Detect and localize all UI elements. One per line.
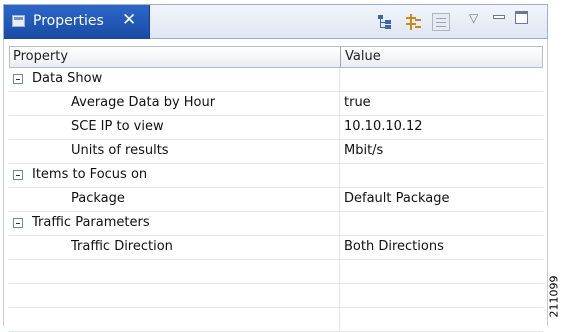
collapse-icon[interactable] <box>13 218 23 228</box>
column-resize-handle[interactable] <box>340 47 341 67</box>
show-categories-icon[interactable] <box>376 13 394 31</box>
table-header: Property Value <box>9 46 543 68</box>
collapse-icon[interactable] <box>13 170 23 180</box>
category-label: Data Show <box>32 71 103 86</box>
property-label: Package <box>71 191 125 206</box>
figure-id-text: 211099 <box>547 275 561 318</box>
view-menu-icon[interactable]: ▽ <box>469 11 487 29</box>
column-divider <box>339 260 340 284</box>
property-value[interactable]: 10.10.10.12 <box>344 119 423 134</box>
column-divider <box>339 92 340 116</box>
tab-title: Properties <box>33 13 104 29</box>
close-icon[interactable]: ✕ <box>122 10 136 30</box>
property-value[interactable]: Both Directions <box>344 239 444 254</box>
collapse-icon[interactable] <box>13 74 23 84</box>
view-title-bar: Properties ✕ ▽ <box>3 4 548 39</box>
properties-view: Properties ✕ ▽ Property Value Data Show … <box>3 4 548 332</box>
empty-row <box>9 284 543 308</box>
property-value[interactable]: true <box>344 95 371 110</box>
property-value[interactable]: Default Package <box>344 191 450 206</box>
category-row-items-to-focus-on[interactable]: Items to Focus on <box>9 164 543 188</box>
category-row-traffic-parameters[interactable]: Traffic Parameters <box>9 212 543 236</box>
table-row[interactable]: SCE IP to view 10.10.10.12 <box>9 116 543 140</box>
category-row-data-show[interactable]: Data Show <box>9 68 543 92</box>
column-divider <box>339 308 340 332</box>
view-toolbar: ▽ <box>376 11 546 35</box>
empty-row <box>9 308 543 332</box>
property-value[interactable]: Mbit/s <box>344 143 383 158</box>
maximize-icon[interactable] <box>515 11 528 24</box>
column-divider <box>339 164 340 188</box>
table-row[interactable]: Average Data by Hour true <box>9 92 543 116</box>
properties-table: Property Value Data Show Average Data by… <box>3 39 548 332</box>
column-divider <box>339 116 340 140</box>
property-label: SCE IP to view <box>71 119 164 134</box>
column-header-property[interactable]: Property <box>13 49 68 64</box>
minimize-icon[interactable] <box>493 15 505 19</box>
category-label: Items to Focus on <box>32 167 148 182</box>
table-row[interactable]: Package Default Package <box>9 188 543 212</box>
table-row[interactable]: Units of results Mbit/s <box>9 140 543 164</box>
column-divider <box>339 68 340 92</box>
property-label: Average Data by Hour <box>71 95 216 110</box>
column-divider <box>339 140 340 164</box>
column-divider <box>339 284 340 308</box>
properties-tab[interactable]: Properties ✕ <box>4 5 150 39</box>
column-header-value[interactable]: Value <box>345 49 381 64</box>
column-divider <box>339 188 340 212</box>
properties-view-icon <box>12 15 25 27</box>
table-body: Data Show Average Data by Hour true SCE … <box>9 68 543 332</box>
property-label: Units of results <box>71 143 169 158</box>
table-row[interactable]: Traffic Direction Both Directions <box>9 236 543 260</box>
column-divider <box>339 212 340 236</box>
empty-row <box>9 260 543 284</box>
figure-id: 211099 <box>546 270 562 326</box>
advanced-properties-icon[interactable] <box>432 13 450 31</box>
filter-icon[interactable] <box>405 13 423 31</box>
property-label: Traffic Direction <box>71 239 173 254</box>
column-divider <box>339 236 340 260</box>
category-label: Traffic Parameters <box>32 215 150 230</box>
